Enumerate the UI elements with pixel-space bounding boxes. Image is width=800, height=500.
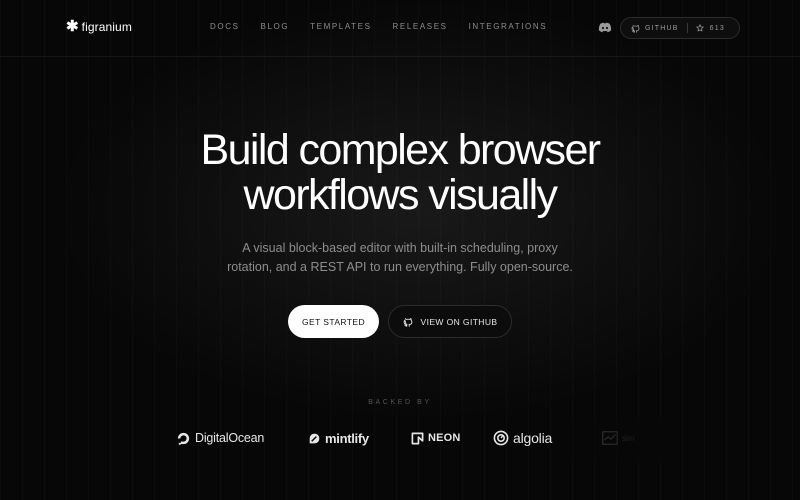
sponsor-neon[interactable]: NEON	[411, 426, 461, 450]
backed-by-label: BACKED BY	[368, 399, 432, 406]
hero-title: Build complex browser workflows visually	[0, 128, 800, 218]
sponsor-digitalocean-name: DigitalOcean	[195, 431, 265, 445]
view-on-github-button[interactable]: VIEW ON GITHUB	[388, 305, 512, 338]
sponsor-mintlify[interactable]: mintlify	[308, 426, 369, 450]
sim-icon	[602, 431, 618, 445]
sponsor-neon-name: NEON	[428, 432, 461, 444]
nav-link-integrations[interactable]: INTEGRATIONS	[469, 22, 548, 31]
navbar: ✱ figranium DOCS BLOG TEMPLATES RELEASES…	[0, 0, 800, 56]
hero-subtitle-line-1: A visual block-based editor with built-i…	[242, 241, 558, 255]
algolia-icon	[493, 430, 509, 446]
sponsor-mintlify-name: mintlify	[325, 430, 369, 446]
sponsor-sim-name: sim	[622, 433, 635, 443]
nav-link-blog[interactable]: BLOG	[261, 22, 290, 31]
nav-links: DOCS BLOG TEMPLATES RELEASES INTEGRATION…	[210, 22, 547, 31]
brand-logo[interactable]: ✱ figranium	[66, 19, 132, 34]
nav-link-templates[interactable]: TEMPLATES	[310, 22, 371, 31]
sponsor-digitalocean[interactable]: DigitalOcean	[176, 426, 264, 450]
sponsor-sim[interactable]: sim	[602, 426, 634, 450]
github-stars-button[interactable]: GITHUB 613	[620, 17, 740, 39]
pill-divider	[686, 23, 688, 33]
nav-link-docs[interactable]: DOCS	[210, 22, 240, 31]
header-divider	[0, 56, 800, 57]
asterisk-icon: ✱	[66, 18, 79, 35]
github-icon	[631, 24, 640, 33]
sponsor-algolia-name: algolia	[513, 430, 553, 446]
brand-name: figranium	[81, 19, 132, 34]
sponsor-logos: DigitalOcean mintlify NEON algolia sim	[0, 426, 800, 450]
hero-subtitle-line-2: rotation, and a REST API to run everythi…	[227, 260, 573, 274]
landing-page: ✱ figranium DOCS BLOG TEMPLATES RELEASES…	[0, 0, 800, 500]
nav-link-releases[interactable]: RELEASES	[393, 22, 448, 31]
get-started-button[interactable]: GET STARTED	[288, 305, 379, 338]
digitalocean-icon	[177, 432, 190, 445]
hero-title-line-1: Build complex browser	[200, 126, 602, 174]
discord-icon[interactable]	[598, 21, 612, 33]
sponsor-algolia[interactable]: algolia	[493, 426, 552, 450]
neon-icon	[411, 432, 424, 444]
star-count: 613	[709, 24, 725, 32]
hero-title-line-2: workflows visually	[243, 171, 558, 219]
mintlify-icon	[308, 431, 321, 445]
view-on-github-label: VIEW ON GITHUB	[420, 316, 498, 327]
star-icon	[695, 24, 704, 32]
hero-subtitle: A visual block-based editor with built-i…	[0, 239, 800, 277]
github-label: GITHUB	[645, 24, 679, 32]
github-icon	[403, 317, 412, 327]
